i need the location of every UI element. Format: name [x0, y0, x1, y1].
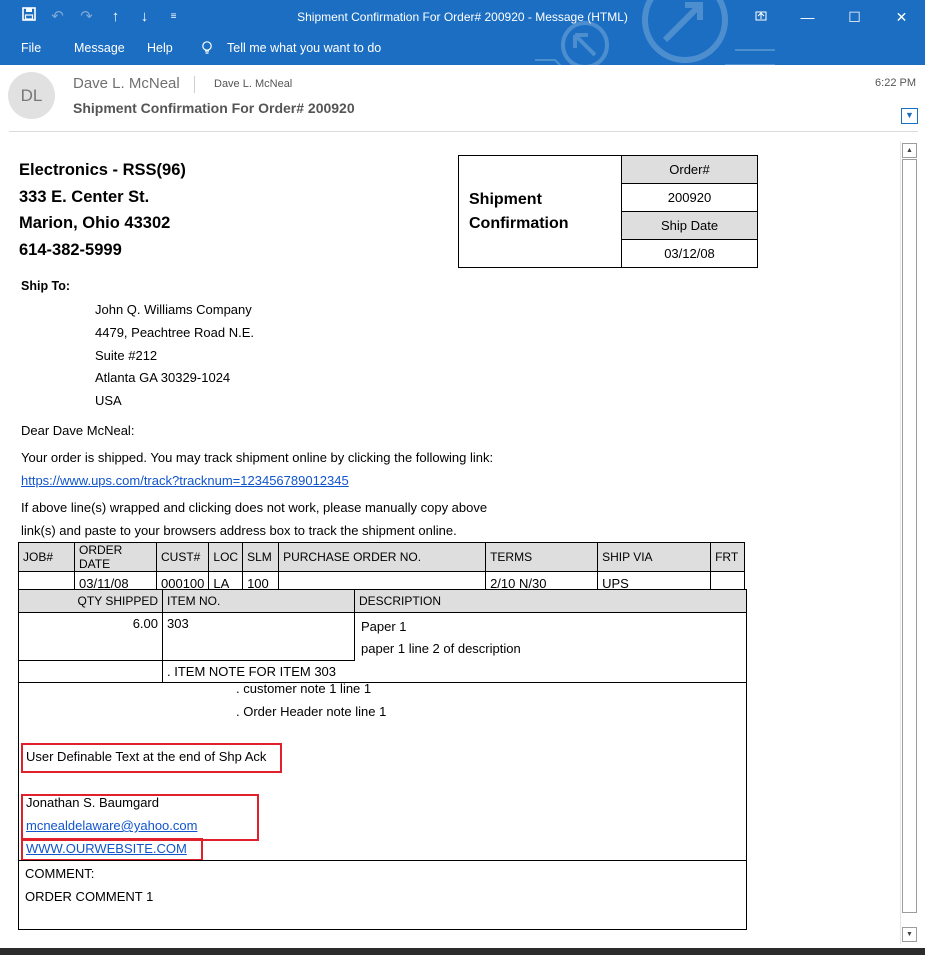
close-icon[interactable]: ✕	[878, 4, 925, 30]
header-divider	[9, 131, 918, 132]
address-line: 4479, Peachtree Road N.E.	[95, 324, 254, 340]
header-cell: QTY SHIPPED	[18, 589, 163, 613]
header-cell: ITEM NO.	[162, 589, 355, 613]
confirmation-title: Shipment Confirmation	[458, 155, 622, 268]
header-cell: SLM	[242, 542, 280, 572]
item-no-cell: 303	[162, 612, 355, 661]
menu-help[interactable]: Help	[147, 41, 173, 55]
sender-name[interactable]: Dave L. McNeal	[73, 75, 180, 92]
items-table: QTY SHIPPED ITEM NO. DESCRIPTION 6.00 30…	[18, 589, 747, 683]
header-cell: CUST#	[155, 542, 210, 572]
ship-date-value: 03/12/08	[621, 239, 758, 268]
header-cell: PURCHASE ORDER NO.	[278, 542, 487, 572]
tracking-link[interactable]: https://www.ups.com/track?tracknum=12345…	[21, 473, 349, 488]
company-city: Marion, Ohio 43302	[19, 214, 171, 232]
expand-header-button[interactable]: ▼	[901, 108, 918, 124]
description-line: paper 1 line 2 of description	[361, 641, 521, 656]
customer-note: . customer note 1 line 1	[236, 681, 372, 696]
table-row: 6.00 303 Paper 1 paper 1 line 2 of descr…	[18, 612, 747, 661]
menu-message[interactable]: Message	[74, 41, 125, 55]
website-link[interactable]: WWW.OURWEBSITE.COM	[26, 841, 187, 856]
order-number-label: Order#	[621, 155, 758, 184]
avatar: DL	[8, 72, 55, 119]
company-name: Electronics - RSS(96)	[19, 161, 186, 179]
address-line: Atlanta GA 30329-1024	[95, 370, 231, 386]
description-line: Paper 1	[361, 619, 407, 634]
address-line: John Q. Williams Company	[95, 302, 252, 317]
header-cell: FRT	[710, 542, 746, 572]
message-subject: Shipment Confirmation For Order# 200920	[73, 100, 355, 116]
header-separator	[194, 76, 195, 93]
contact-email-wrap: mcnealdelaware@yahoo.com	[26, 818, 197, 833]
minimize-icon[interactable]: —	[784, 4, 831, 30]
comment-text: ORDER COMMENT 1	[25, 889, 154, 904]
table-header-row: QTY SHIPPED ITEM NO. DESCRIPTION	[18, 589, 747, 613]
shipped-text: Your order is shipped. You may track shi…	[21, 450, 494, 465]
scroll-up-icon[interactable]: ▲	[902, 143, 917, 158]
greeting: Dear Dave McNeal:	[21, 423, 135, 438]
user-definable-text: User Definable Text at the end of Shp Ac…	[26, 749, 267, 764]
header-cell: TERMS	[485, 542, 599, 572]
ship-to-label: Ship To:	[21, 279, 71, 293]
header-cell: LOC	[208, 542, 244, 572]
company-phone: 614-382-5999	[19, 240, 122, 259]
message-time: 6:22 PM	[875, 77, 916, 89]
header-cell: SHIP VIA	[597, 542, 712, 572]
company-street: 333 E. Center St.	[19, 187, 150, 206]
scroll-down-icon[interactable]: ▼	[902, 927, 917, 942]
description-cell: Paper 1 paper 1 line 2 of description	[354, 612, 747, 660]
lightbulb-icon	[201, 41, 213, 58]
confirmation-box: Shipment Confirmation Order# 200920 Ship…	[458, 155, 758, 268]
contact-name: Jonathan S. Baumgard	[26, 795, 159, 810]
qty-cell: 6.00	[18, 612, 163, 661]
comment-section: COMMENT: ORDER COMMENT 1	[18, 860, 747, 930]
website-wrap: WWW.OURWEBSITE.COM	[26, 841, 187, 856]
header-cell: ORDER DATE	[74, 542, 157, 572]
chevron-down-icon: ▼	[905, 110, 914, 120]
header-note: . Order Header note line 1	[236, 704, 387, 719]
wrap-note-2: link(s) and paste to your browsers addre…	[21, 523, 457, 538]
table-header-row: JOB# ORDER DATE CUST# LOC SLM PURCHASE O…	[18, 542, 746, 572]
order-number-value: 200920	[621, 183, 758, 212]
ship-date-label: Ship Date	[621, 211, 758, 240]
bottom-edge	[0, 948, 925, 955]
company-block: Electronics - RSS(96) 333 E. Center St. …	[19, 157, 186, 263]
contact-email-link[interactable]: mcnealdelaware@yahoo.com	[26, 818, 197, 833]
scroll-thumb[interactable]	[902, 159, 917, 913]
notes-section: . customer note 1 line 1 . Order Header …	[18, 678, 747, 861]
maximize-icon[interactable]: ☐	[831, 4, 878, 30]
menu-file[interactable]: File	[21, 41, 41, 55]
order-table: JOB# ORDER DATE CUST# LOC SLM PURCHASE O…	[18, 542, 746, 595]
vertical-scrollbar[interactable]: ▲ ▼	[900, 141, 918, 944]
window-controls: — ☐ ✕	[737, 4, 925, 30]
address-line: USA	[95, 393, 122, 409]
ship-to-address: John Q. Williams Company 4479, Peachtree…	[95, 299, 254, 413]
header-cell: JOB#	[18, 542, 75, 572]
restore-icon[interactable]	[737, 4, 784, 30]
title-bar: ↶ ↷ ↑ ↓ ≡ Shipment Confirmation For Orde…	[0, 0, 925, 65]
tell-me-search[interactable]: Tell me what you want to do	[227, 41, 381, 55]
header-cell: DESCRIPTION	[354, 589, 747, 613]
tracking-link-wrap: https://www.ups.com/track?tracknum=12345…	[21, 473, 349, 488]
address-line: Suite #212	[95, 347, 158, 363]
wrap-note-1: If above line(s) wrapped and clicking do…	[21, 500, 488, 515]
comment-label: COMMENT:	[25, 866, 95, 881]
recipient-name[interactable]: Dave L. McNeal	[214, 78, 292, 90]
